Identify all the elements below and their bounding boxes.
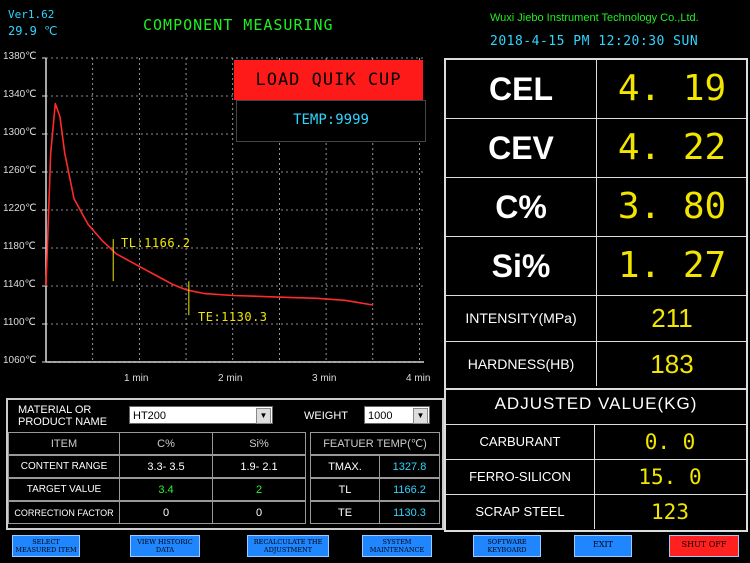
y-tick: 1340℃ bbox=[3, 89, 37, 100]
reading-row-si: Si% 1. 27 bbox=[446, 237, 746, 296]
feature-value: 1166.2 bbox=[379, 478, 440, 501]
table-header-item: ITEM bbox=[8, 432, 120, 455]
reading-label: CEL bbox=[489, 71, 553, 107]
load-status-banner: LOAD QUIK CUP bbox=[234, 60, 423, 100]
c-correction[interactable]: 0 bbox=[119, 501, 213, 524]
y-tick: 1260℃ bbox=[3, 165, 37, 176]
button-line2: KEYBOARD bbox=[487, 546, 527, 554]
ambient-temp: 29.9 ℃ bbox=[8, 24, 58, 38]
shut-off-button[interactable]: SHUT OFF bbox=[669, 535, 739, 557]
tl-marker-label: TL:1166.2 bbox=[121, 236, 191, 250]
feature-label: TE bbox=[310, 501, 380, 524]
button-line1: SYSTEM bbox=[382, 538, 412, 546]
adjusted-label: SCRAP STEEL bbox=[475, 504, 565, 519]
x-tick: 4 min bbox=[406, 373, 431, 384]
product-name-value: HT200 bbox=[133, 410, 167, 422]
weight-value: 1000 bbox=[368, 410, 393, 422]
row-label: CONTENT RANGE bbox=[8, 455, 120, 478]
adjusted-label: CARBURANT bbox=[479, 434, 561, 449]
reading-row-cel: CEL 4. 19 bbox=[446, 60, 746, 119]
button-line2: MAINTENANCE bbox=[369, 546, 425, 554]
si-target[interactable]: 2 bbox=[212, 478, 306, 501]
reading-row-intensity: INTENSITY(MPa) 211 bbox=[446, 296, 746, 342]
reading-row-c: C% 3. 80 bbox=[446, 178, 746, 237]
row-label: CORRECTION FACTOR bbox=[8, 501, 120, 524]
y-tick: 1180℃ bbox=[3, 241, 36, 252]
adjusted-value: 15. 0 bbox=[594, 460, 745, 494]
recalculate-adjustment-button[interactable]: RECALCULATE THE ADJUSTMENT bbox=[247, 535, 329, 557]
weight-select[interactable]: 1000 ▼ bbox=[364, 406, 430, 424]
x-tick: 1 min bbox=[124, 373, 149, 384]
readings-panel: CEL 4. 19 CEV 4. 22 C% 3. 80 Si% 1. 27 I… bbox=[444, 58, 748, 390]
reading-label: CEV bbox=[488, 130, 554, 166]
material-panel: MATERIAL OR PRODUCT NAME HT200 ▼ WEIGHT … bbox=[6, 398, 444, 530]
select-measured-item-button[interactable]: SELECT MEASURED ITEM bbox=[12, 535, 80, 557]
button-line1: SELECT bbox=[32, 538, 60, 546]
feature-value: 1327.8 bbox=[379, 455, 440, 478]
feature-temp-header: FEATUER TEMP(℃) bbox=[310, 432, 440, 455]
button-line2: DATA bbox=[155, 546, 175, 554]
button-line2: MEASURED ITEM bbox=[15, 546, 77, 554]
page-title: COMPONENT MEASURING bbox=[143, 16, 334, 34]
table-header-c: C% bbox=[119, 432, 213, 455]
c-range: 3.3- 3.5 bbox=[119, 455, 213, 478]
exit-button[interactable]: EXIT bbox=[574, 535, 632, 557]
reading-label: INTENSITY(MPa) bbox=[465, 310, 577, 326]
y-tick: 1100℃ bbox=[3, 317, 36, 328]
feature-value: 1130.3 bbox=[379, 501, 440, 524]
weight-label: WEIGHT bbox=[304, 410, 348, 422]
software-keyboard-button[interactable]: SOFTWARE KEYBOARD bbox=[473, 535, 541, 557]
reading-value: 183 bbox=[596, 342, 747, 386]
adjusted-row-carburant: CARBURANT 0. 0 bbox=[446, 424, 746, 459]
y-tick: 1140℃ bbox=[3, 279, 36, 290]
adjusted-value: 123 bbox=[594, 495, 745, 529]
datetime-display: 2018-4-15 PM 12:20:30 SUN bbox=[490, 34, 699, 49]
y-tick: 1060℃ bbox=[3, 355, 37, 366]
material-label-line1: MATERIAL OR bbox=[18, 404, 92, 416]
adjusted-value: 0. 0 bbox=[594, 425, 745, 459]
reading-label: HARDNESS(HB) bbox=[467, 356, 575, 372]
x-tick: 2 min bbox=[218, 373, 243, 384]
button-line1: SOFTWARE bbox=[487, 538, 527, 546]
x-tick: 3 min bbox=[312, 373, 337, 384]
row-label: TARGET VALUE bbox=[8, 478, 120, 501]
view-historic-data-button[interactable]: VIEW HISTORIC DATA bbox=[130, 535, 200, 557]
adjusted-title: ADJUSTED VALUE(KG) bbox=[494, 394, 698, 413]
y-tick: 1300℃ bbox=[3, 127, 37, 138]
reading-row-cev: CEV 4. 22 bbox=[446, 119, 746, 178]
y-tick: 1220℃ bbox=[3, 203, 37, 214]
y-tick: 1380℃ bbox=[3, 51, 37, 62]
company-name: Wuxi Jiebo Instrument Technology Co.,Ltd… bbox=[490, 12, 699, 24]
product-name-select[interactable]: HT200 ▼ bbox=[129, 406, 273, 424]
reading-label: C% bbox=[495, 189, 547, 225]
temp-readout: TEMP:9999 bbox=[236, 100, 426, 142]
material-label-line2: PRODUCT NAME bbox=[18, 416, 108, 428]
table-header-si: Si% bbox=[212, 432, 306, 455]
adjusted-row-ferro-silicon: FERRO-SILICON 15. 0 bbox=[446, 459, 746, 494]
si-range: 1.9- 2.1 bbox=[212, 455, 306, 478]
system-maintenance-button[interactable]: SYSTEM MAINTENANCE bbox=[362, 535, 432, 557]
reading-row-hardness: HARDNESS(HB) 183 bbox=[446, 342, 746, 386]
reading-value: 3. 80 bbox=[596, 178, 747, 236]
adjusted-value-panel: ADJUSTED VALUE(KG) CARBURANT 0. 0 FERRO-… bbox=[444, 388, 748, 532]
button-line1: VIEW HISTORIC bbox=[137, 538, 193, 546]
feature-label: TL bbox=[310, 478, 380, 501]
version-label: Ver1.62 bbox=[8, 8, 55, 21]
reading-value: 4. 19 bbox=[596, 60, 747, 118]
adjusted-label: FERRO-SILICON bbox=[469, 469, 571, 484]
reading-value: 211 bbox=[596, 296, 747, 341]
chevron-down-icon[interactable]: ▼ bbox=[256, 408, 271, 424]
button-line2: ADJUSTMENT bbox=[263, 546, 313, 554]
reading-value: 1. 27 bbox=[596, 237, 747, 295]
reading-value: 4. 22 bbox=[596, 119, 747, 177]
chevron-down-icon[interactable]: ▼ bbox=[413, 408, 428, 424]
adjusted-row-scrap-steel: SCRAP STEEL 123 bbox=[446, 494, 746, 529]
c-target[interactable]: 3.4 bbox=[119, 478, 213, 501]
button-line1: RECALCULATE THE bbox=[253, 538, 323, 546]
feature-label: TMAX. bbox=[310, 455, 380, 478]
reading-label: Si% bbox=[491, 248, 551, 284]
si-correction[interactable]: 0 bbox=[212, 501, 306, 524]
te-marker-label: TE:1130.3 bbox=[198, 310, 268, 324]
